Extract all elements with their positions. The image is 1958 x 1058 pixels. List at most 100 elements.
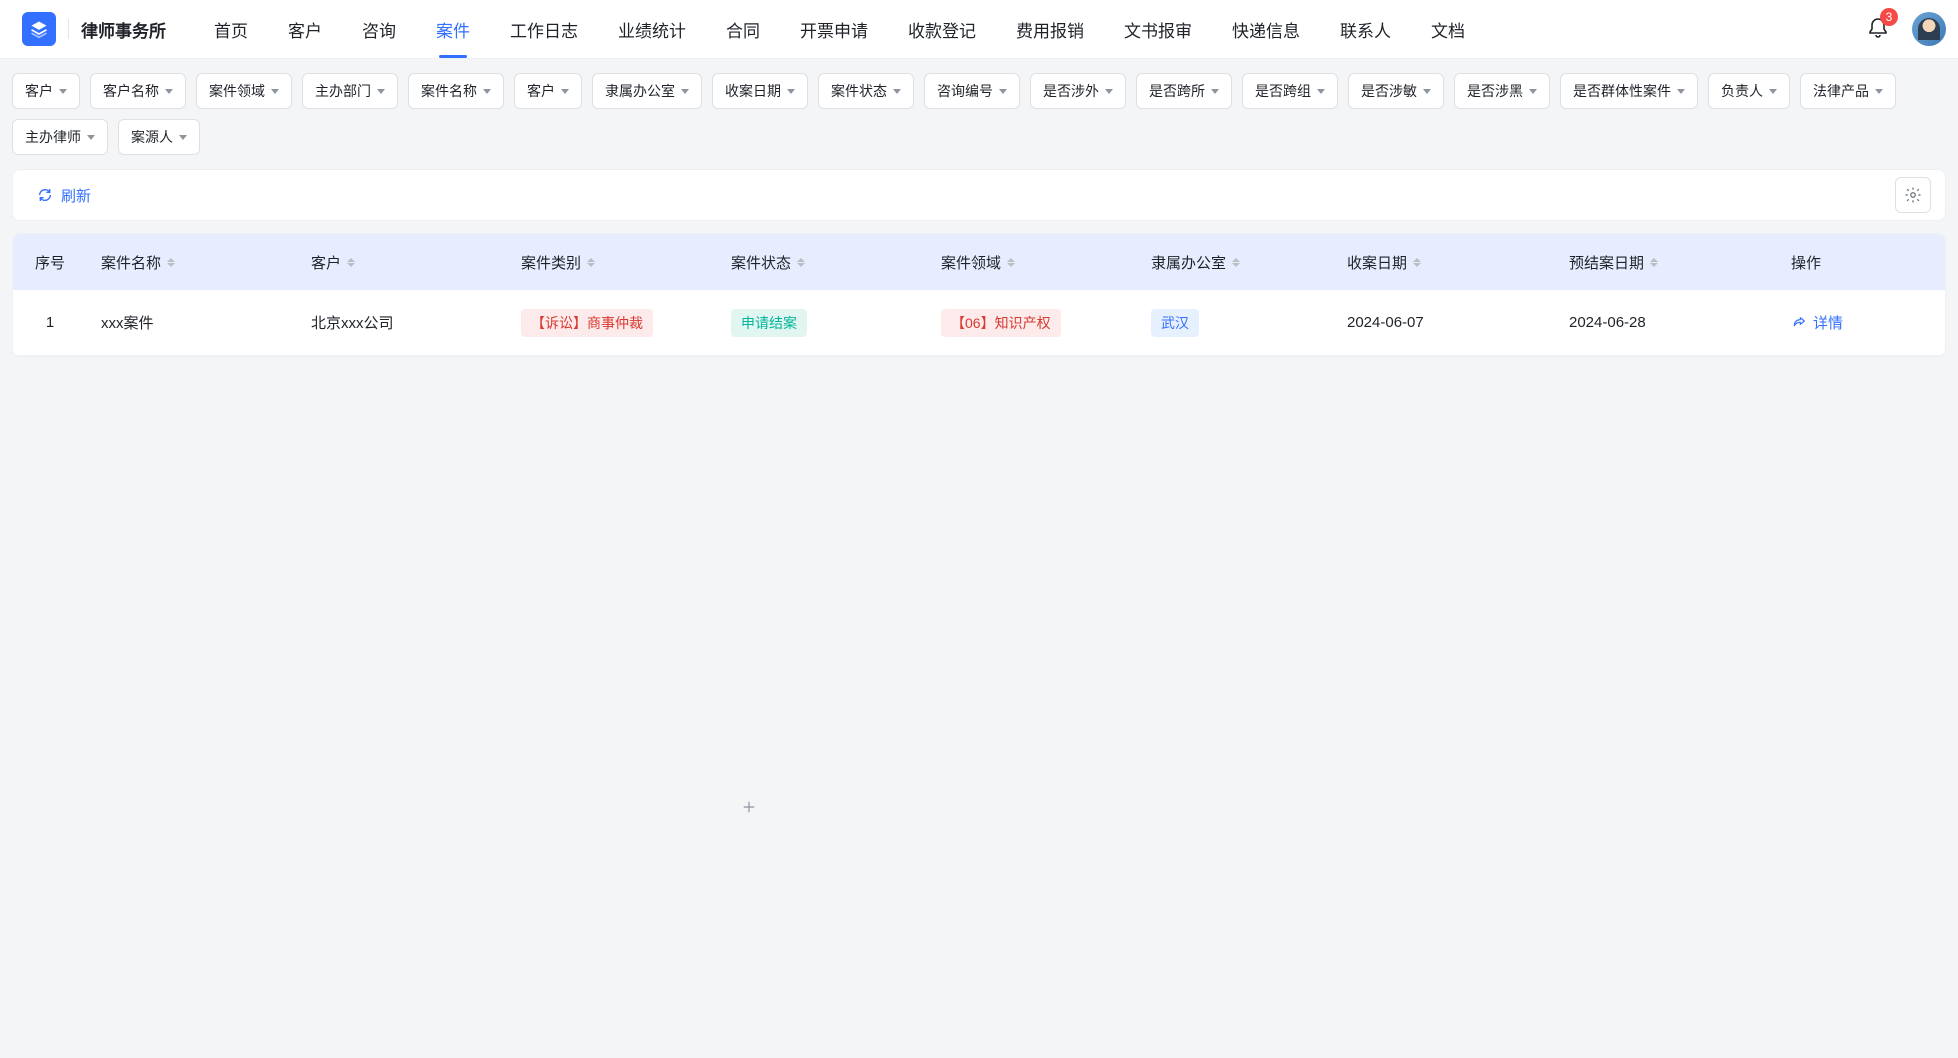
tag-status: 申请结案	[731, 309, 807, 337]
filter-chip-16[interactable]: 负责人	[1708, 73, 1790, 109]
filter-chip-8[interactable]: 案件状态	[818, 73, 914, 109]
chevron-down-icon	[179, 135, 187, 140]
th-date2[interactable]: 预结案日期	[1555, 252, 1777, 273]
th-index[interactable]: 序号	[13, 252, 87, 273]
sort-icon	[1007, 258, 1015, 267]
filter-chip-11[interactable]: 是否跨所	[1136, 73, 1232, 109]
chevron-down-icon	[999, 89, 1007, 94]
th-client[interactable]: 客户	[297, 252, 507, 273]
refresh-icon	[37, 187, 53, 203]
nav-item-6[interactable]: 合同	[706, 0, 780, 58]
filter-label: 法律产品	[1813, 81, 1869, 101]
filter-chip-4[interactable]: 案件名称	[408, 73, 504, 109]
nav-item-12[interactable]: 联系人	[1320, 0, 1411, 58]
cell-action: 详情	[1777, 312, 1945, 333]
filter-label: 是否跨所	[1149, 81, 1205, 101]
filter-chip-1[interactable]: 客户名称	[90, 73, 186, 109]
filter-label: 是否涉黑	[1467, 81, 1523, 101]
nav-item-5[interactable]: 业绩统计	[598, 0, 706, 58]
nav-item-3[interactable]: 案件	[416, 0, 490, 58]
share-icon	[1791, 315, 1807, 331]
plus-cursor-icon	[740, 798, 758, 819]
nav-item-11[interactable]: 快递信息	[1212, 0, 1320, 58]
filter-label: 客户名称	[103, 81, 159, 101]
filter-chip-3[interactable]: 主办部门	[302, 73, 398, 109]
nav-item-2[interactable]: 咨询	[342, 0, 416, 58]
sort-icon	[797, 258, 805, 267]
nav-item-4[interactable]: 工作日志	[490, 0, 598, 58]
header-right: 3	[1860, 10, 1946, 49]
chevron-down-icon	[165, 89, 173, 94]
filter-bar: 客户客户名称案件领域主办部门案件名称客户隶属办公室收案日期案件状态咨询编号是否涉…	[0, 59, 1958, 155]
chevron-down-icon	[1769, 89, 1777, 94]
cell-case-name: xxx案件	[87, 312, 297, 333]
filter-chip-13[interactable]: 是否涉敏	[1348, 73, 1444, 109]
tag-type: 【诉讼】商事仲裁	[521, 309, 653, 337]
filter-chip-14[interactable]: 是否涉黑	[1454, 73, 1550, 109]
sort-icon	[1413, 258, 1421, 267]
th-type[interactable]: 案件类别	[507, 252, 717, 273]
filter-chip-15[interactable]: 是否群体性案件	[1560, 73, 1698, 109]
filter-chip-10[interactable]: 是否涉外	[1030, 73, 1126, 109]
cell-status: 申请结案	[717, 309, 927, 337]
th-field[interactable]: 案件领域	[927, 252, 1137, 273]
sort-icon	[1232, 258, 1240, 267]
filter-label: 是否涉敏	[1361, 81, 1417, 101]
filter-chip-6[interactable]: 隶属办公室	[592, 73, 702, 109]
nav-item-10[interactable]: 文书报审	[1104, 0, 1212, 58]
chevron-down-icon	[561, 89, 569, 94]
cell-index: 1	[13, 314, 87, 331]
filter-chip-18[interactable]: 主办律师	[12, 119, 108, 155]
app-logo[interactable]	[22, 12, 56, 46]
filter-label: 案源人	[131, 127, 173, 147]
chevron-down-icon	[787, 89, 795, 94]
sort-icon	[587, 258, 595, 267]
cell-date2: 2024-06-28	[1555, 314, 1777, 331]
nav-item-13[interactable]: 文档	[1411, 0, 1485, 58]
sort-icon	[1650, 258, 1658, 267]
notifications-button[interactable]: 3	[1860, 10, 1896, 49]
chevron-down-icon	[377, 89, 385, 94]
filter-label: 咨询编号	[937, 81, 993, 101]
th-date1[interactable]: 收案日期	[1333, 252, 1555, 273]
filter-label: 案件名称	[421, 81, 477, 101]
filter-chip-2[interactable]: 案件领域	[196, 73, 292, 109]
filter-chip-9[interactable]: 咨询编号	[924, 73, 1020, 109]
filter-chip-12[interactable]: 是否跨组	[1242, 73, 1338, 109]
nav-item-7[interactable]: 开票申请	[780, 0, 888, 58]
table-row[interactable]: 1 xxx案件 北京xxx公司 【诉讼】商事仲裁 申请结案 【06】知识产权 武…	[13, 290, 1945, 356]
chevron-down-icon	[1529, 89, 1537, 94]
refresh-button[interactable]: 刷新	[37, 185, 91, 206]
filter-label: 收案日期	[725, 81, 781, 101]
detail-link[interactable]: 详情	[1791, 312, 1843, 333]
chevron-down-icon	[1105, 89, 1113, 94]
filter-chip-17[interactable]: 法律产品	[1800, 73, 1896, 109]
nav-item-1[interactable]: 客户	[268, 0, 342, 58]
th-status[interactable]: 案件状态	[717, 252, 927, 273]
nav-item-0[interactable]: 首页	[194, 0, 268, 58]
filter-chip-7[interactable]: 收案日期	[712, 73, 808, 109]
header: 律师事务所 首页客户咨询案件工作日志业绩统计合同开票申请收款登记费用报销文书报审…	[0, 0, 1958, 59]
filter-label: 案件领域	[209, 81, 265, 101]
filter-chip-0[interactable]: 客户	[12, 73, 80, 109]
nav-item-9[interactable]: 费用报销	[996, 0, 1104, 58]
filter-label: 案件状态	[831, 81, 887, 101]
filter-chip-5[interactable]: 客户	[514, 73, 582, 109]
settings-button[interactable]	[1895, 177, 1931, 213]
header-divider	[68, 19, 69, 39]
cell-field: 【06】知识产权	[927, 309, 1137, 337]
avatar-image	[1918, 18, 1940, 40]
notifications-badge: 3	[1880, 8, 1898, 26]
nav-item-8[interactable]: 收款登记	[888, 0, 996, 58]
th-office[interactable]: 隶属办公室	[1137, 252, 1333, 273]
filter-label: 是否跨组	[1255, 81, 1311, 101]
tag-field: 【06】知识产权	[941, 309, 1061, 337]
filter-chip-19[interactable]: 案源人	[118, 119, 200, 155]
th-case-name[interactable]: 案件名称	[87, 252, 297, 273]
chevron-down-icon	[1875, 89, 1883, 94]
gear-icon	[1904, 186, 1922, 204]
chevron-down-icon	[1423, 89, 1431, 94]
chevron-down-icon	[271, 89, 279, 94]
avatar[interactable]	[1912, 12, 1946, 46]
chevron-down-icon	[59, 89, 67, 94]
